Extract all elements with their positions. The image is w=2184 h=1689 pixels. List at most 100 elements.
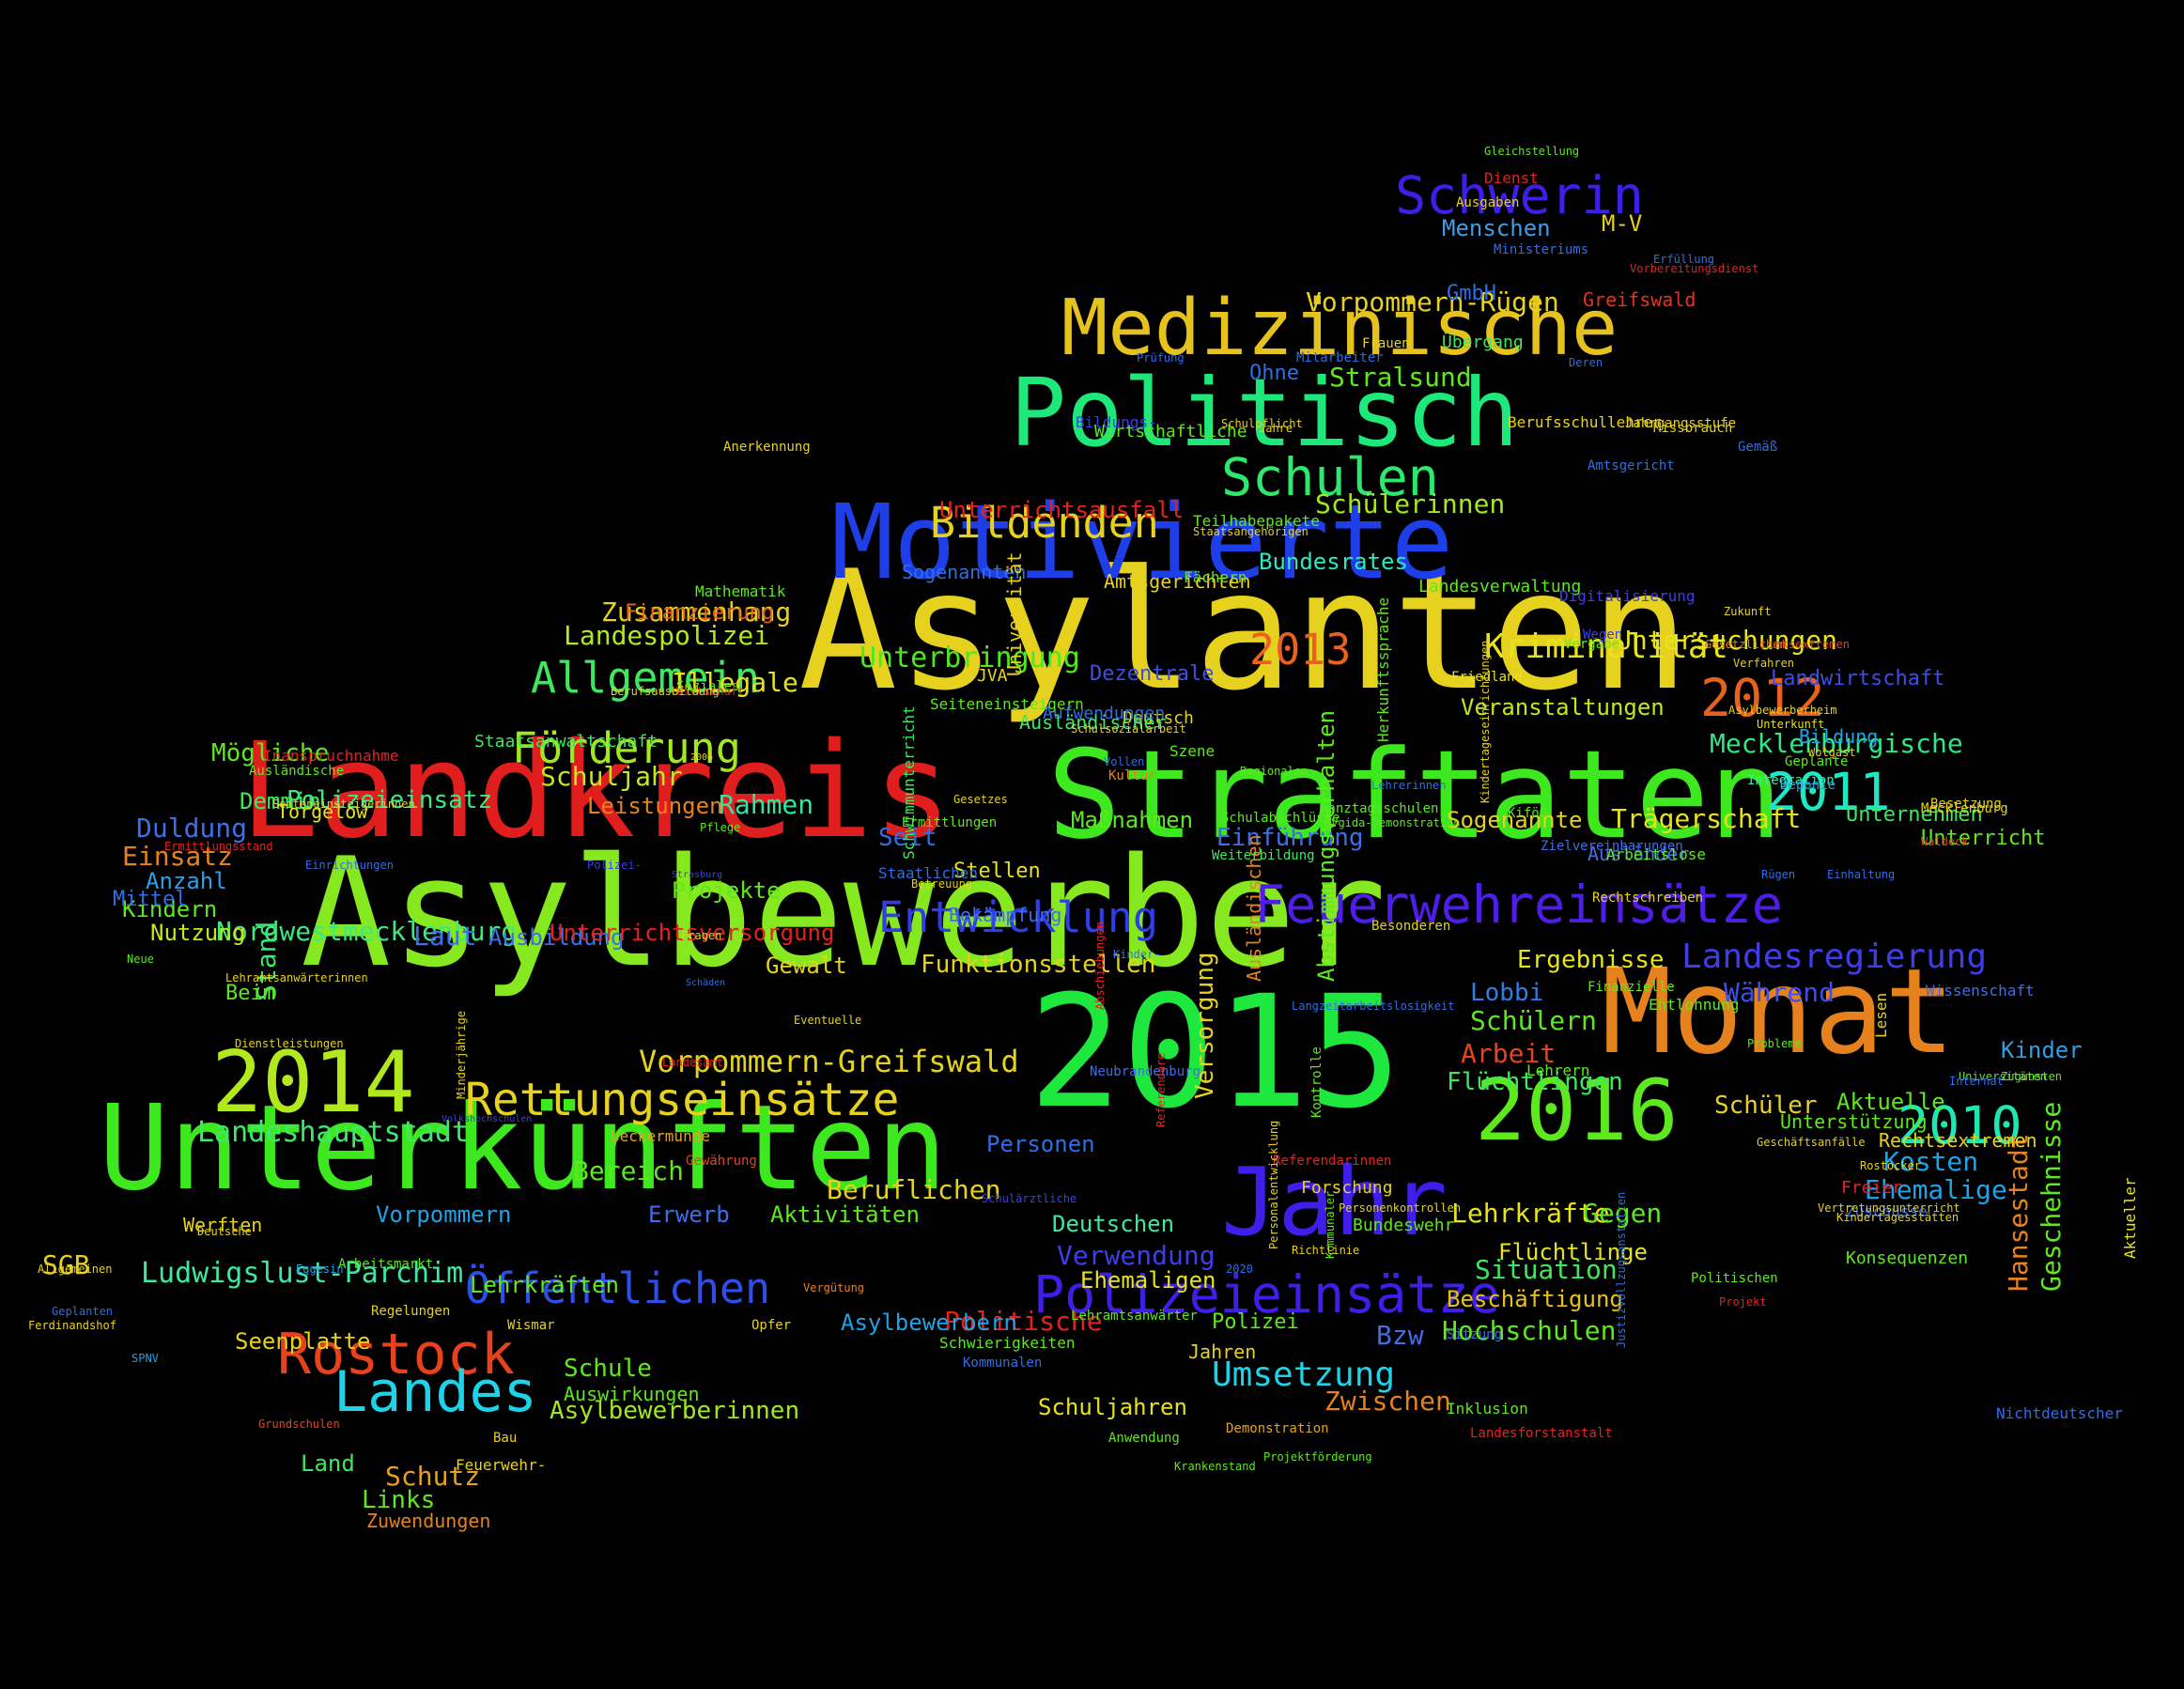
word-wissenschaft: Wissenschaft <box>1926 982 2035 1000</box>
word-krankenstand: Krankenstand <box>1174 1460 1256 1474</box>
word-deutschen: Deutschen <box>1052 1210 1175 1237</box>
word-ausländische: Ausländische <box>249 763 345 779</box>
word-einrichtungen: Einrichtungen <box>305 859 394 873</box>
word-schulpflicht: Schulpflicht <box>1221 417 1303 431</box>
word-arbeitslose: Arbeitslose <box>1606 845 1706 864</box>
word-wegen: Wegen <box>1583 627 1623 643</box>
word-regionalen: Regionalen <box>1240 765 1309 779</box>
word-eggesin: Eggesin <box>296 1263 344 1277</box>
word-frauen: Frauen <box>1362 335 1410 351</box>
word-laut: Laut <box>413 920 477 952</box>
word-strasburg: Strasburg <box>672 870 723 880</box>
word-wismar: Wismar <box>507 1317 555 1333</box>
word-ohne: Ohne <box>1249 362 1299 386</box>
word-ehemaligen: Ehemaligen <box>1080 1266 1216 1294</box>
word-schulärztliche: Schulärztliche <box>982 1192 1077 1206</box>
word-amtsgericht: Amtsgericht <box>1588 457 1675 473</box>
word-allgemeinen: Allgemeinen <box>38 1263 113 1277</box>
word-minderjährige: Minderjährige <box>455 1011 468 1099</box>
word-mittel: Mittel <box>113 888 188 912</box>
word-lehrern: Lehrern <box>1526 1061 1590 1080</box>
word-langzeitarbeitslosigkeit: Langzeitarbeitslosigkeit <box>1292 999 1455 1014</box>
word-trägerschaft: Trägerschaft <box>1611 802 1802 834</box>
word-einführung: Einführung <box>1216 824 1364 853</box>
word-nichtdeutscher: Nichtdeutscher <box>1996 1404 2123 1423</box>
word-opfer: Opfer <box>751 1317 792 1333</box>
word-kommunalen: Kommunalen <box>963 1355 1043 1371</box>
word-rechtsextremen: Rechtsextremen <box>1879 1129 2037 1152</box>
word-mathematik: Mathematik <box>695 582 786 601</box>
word-landesregierung: Landesregierung <box>1681 937 1988 977</box>
word-wolgast: Wolgast <box>1808 746 1856 760</box>
word-lehrerinnen: Lehrerinnen <box>1371 779 1447 793</box>
word-ministeriums: Ministeriums <box>1494 241 1589 257</box>
word-betreuung: Betreuung <box>911 877 973 891</box>
word-ganztagsschulen: Ganztagsschulen <box>1320 800 1439 816</box>
word-internat: Internat <box>1949 1075 2004 1089</box>
word-verwendung: Verwendung <box>1057 1239 1216 1271</box>
word-landes: Landes <box>333 1359 537 1425</box>
word-szene: Szene <box>1169 742 1216 761</box>
word-unterrichtsausfall: Unterrichtsausfall <box>939 496 1185 523</box>
word-projekt: Projekt <box>1719 1295 1767 1309</box>
word-aktueller: Aktueller <box>2121 1177 2139 1259</box>
word-landesverwaltung: Landesverwaltung <box>1418 576 1582 597</box>
word-jva: JVA <box>977 665 1008 686</box>
word-unterkunft: Unterkunft <box>1757 718 1825 732</box>
word-referendarinnen: Referendarinnen <box>1273 1153 1392 1169</box>
word-staatsangehörigen: Staatsangehörigen <box>1193 525 1309 539</box>
word-referendare: Referendare <box>1154 1052 1168 1127</box>
word-volkshochschulen: Volkshochschulen <box>441 1114 533 1124</box>
word-konsequenzen: Konsequenzen <box>1846 1247 1969 1268</box>
word-rostocker: Rostocker <box>1860 1159 1922 1173</box>
word-unterbringung: Unterbringung <box>860 642 1080 674</box>
word-berufsausbildung: Berufsausbildung <box>611 685 720 699</box>
word-kifög: KiföG <box>1508 805 1548 821</box>
word-ueckermünde: Ueckermünde <box>611 1127 710 1146</box>
word-übergang: Übergang <box>1442 332 1524 352</box>
word-landesforstanstalt: Landesforstanstalt <box>1470 1425 1613 1441</box>
word-bundeswehr: Bundeswehr <box>1353 1215 1455 1235</box>
word-missbrauch: Missbrauch <box>1653 420 1733 436</box>
word-regelungen: Regelungen <box>371 1303 451 1319</box>
word-deponie: Deponie <box>1780 777 1836 793</box>
word-asylbewerberheim: Asylbewerberheim <box>1728 704 1837 718</box>
word-personalentwicklung: Personalentwicklung <box>1267 1120 1280 1249</box>
word-inanspruchnahme: Inanspruchnahme <box>263 747 399 766</box>
word-greifswald: Greifswald <box>1583 288 1696 311</box>
word-lehrkräften: Lehrkräften <box>470 1271 619 1298</box>
word-linksextremen: Linksextremen <box>1761 638 1850 652</box>
word-lobbi: Lobbi <box>1470 979 1544 1008</box>
word-digitalisierung: Digitalisierung <box>1559 587 1696 606</box>
word-gleichstellung: Gleichstellung <box>1484 145 1580 159</box>
word-staatsanwaltschaft: Staatsanwaltschaft <box>474 731 658 752</box>
word-landeshauptstadt: Landeshauptstadt <box>197 1116 469 1149</box>
word-gesetzes: Gesetzes <box>953 793 1008 807</box>
word-polizei: Polizei- <box>587 859 642 873</box>
word-vorpommern: Vorpommern <box>376 1201 512 1228</box>
word-vertretungsunterricht: Vertretungsunterricht <box>1818 1201 1960 1216</box>
word-fächern: Fächern <box>1184 568 1247 587</box>
word-forschung: Forschung <box>1301 1177 1393 1198</box>
word-geplanten: Geplanten <box>52 1305 114 1319</box>
word-rügen: Rügen <box>1761 868 1796 882</box>
word-cloud: Asylanten Asylbewerber Landkreis Straftaten… <box>0 0 2184 1689</box>
word-schwimmunterricht: Schwimmunterricht <box>900 705 918 860</box>
word-erwerb: Erwerb <box>648 1201 730 1228</box>
word-personen: Personen <box>986 1130 1095 1157</box>
word-bau: Bau <box>493 1430 518 1446</box>
word-2020: 2020 <box>1226 1263 1253 1277</box>
word-schülern: Schülern <box>1470 1004 1597 1036</box>
word-neubrandenburg: Neubrandenburg <box>1090 1063 1201 1079</box>
word-schuljahren: Schuljahren <box>1038 1393 1187 1420</box>
word-stralsund: Stralsund <box>1329 361 1472 393</box>
word-asylbewerbern: Asylbewerbern <box>841 1309 1017 1336</box>
word-finanzierung: Finanzierung <box>625 601 774 626</box>
word-bekämpfung: Bekämpfung <box>949 904 1062 926</box>
word-beschäftigung: Beschäftigung <box>1447 1285 1623 1312</box>
word-während: Während <box>1724 976 1835 1008</box>
word-anerkennung: Anerkennung <box>723 439 811 455</box>
word-leistungen: Leistungen <box>587 792 723 819</box>
word-besonderen: Besonderen <box>1371 918 1451 934</box>
word-freier: Freier <box>1841 1177 1903 1198</box>
